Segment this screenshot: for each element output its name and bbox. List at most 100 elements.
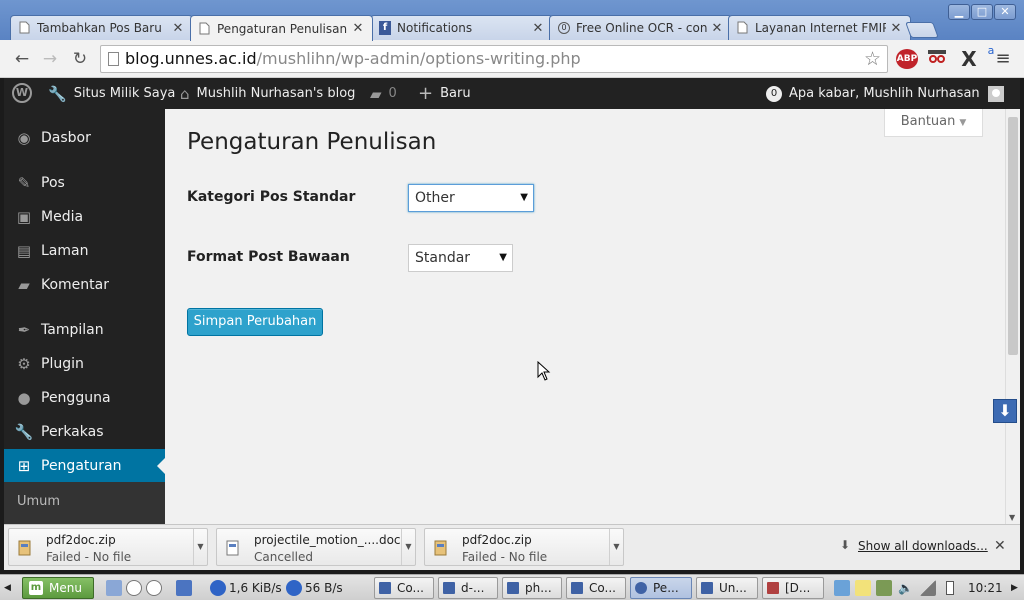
tray-app-icon[interactable] [876,577,892,599]
task-label: ph... [525,581,552,595]
admin-bar-my-sites[interactable]: 🔧 Situs Milik Saya [48,78,175,109]
sidebar-item-tampilan[interactable]: ✒ Tampilan [4,313,165,347]
new-tab-button[interactable] [905,22,939,38]
taskbar-task[interactable]: d-... [438,577,498,599]
page-icon [199,22,211,36]
eyes-icon[interactable] [126,577,142,599]
window-close-icon[interactable]: ✕ [994,4,1016,20]
sidebar-item-media[interactable]: ▣ Media [4,200,165,234]
caret-down-icon: ▼ [959,118,967,128]
start-menu-button[interactable]: m Menu [22,577,94,599]
minimize-icon[interactable]: ▁ [948,4,970,20]
sidebar-item-label: Pos [41,175,65,191]
mint-logo-icon: m [29,581,43,595]
address-bar[interactable]: blog.unnes.ac.id/mushlihn/wp-admin/optio… [100,45,888,73]
zip-file-icon [17,540,33,556]
chevron-down-icon[interactable]: ▼ [401,529,415,565]
sidebar-item-pos[interactable]: ✎ Pos [4,166,165,200]
scroll-down-icon[interactable]: ▼ [1009,513,1015,522]
tab-layanan-internet[interactable]: Layanan Internet FMIP ✕ [728,15,911,40]
download-item[interactable]: pdf2doc.zip Failed - No file ▼ [8,528,208,566]
default-format-select[interactable]: Standar ▼ [408,244,513,272]
document-icon [443,582,455,594]
window-icon [571,582,583,594]
task-label: Pe... [653,581,679,595]
tab-tambahkan-pos-baru[interactable]: Tambahkan Pos Baru ✕ [10,15,193,40]
chrome-menu-icon[interactable]: ≡ [995,48,1011,70]
sidebar-item-label: Komentar [41,277,109,293]
sidebar-item-perkakas[interactable]: 🔧 Perkakas [4,415,165,449]
sidebar-item-plugin[interactable]: ⚙ Plugin [4,347,165,381]
close-icon[interactable]: ✕ [890,21,902,36]
chevron-down-icon[interactable]: ▼ [609,529,623,565]
chevron-down-icon[interactable]: ▼ [193,529,207,565]
download-speed-icon [210,577,226,599]
eyes-icon[interactable] [146,577,162,599]
sidebar-item-dasbor[interactable]: ◉ Dasbor [4,121,165,155]
admin-bar-new[interactable]: + Baru [418,78,471,109]
incognito-icon[interactable] [926,48,948,70]
battery-icon[interactable] [946,577,954,599]
sidebar-item-label: Dasbor [41,130,91,146]
submenu-item-umum[interactable]: Umum [17,494,60,509]
x-extension-icon[interactable]: X [958,48,980,70]
home-icon[interactable] [106,577,122,599]
tab-pengaturan-penulisan[interactable]: Pengaturan Penulisan ✕ [190,15,373,41]
taskbar-task[interactable]: Un... [696,577,758,599]
task-label: Co... [397,581,424,595]
help-tab-button[interactable]: Bantuan ▼ [884,109,983,137]
tab-label: Layanan Internet FMIP [755,21,886,35]
taskbar-task[interactable]: Pe... [630,577,692,599]
close-icon[interactable]: ✕ [532,21,544,36]
ocr-icon: 0 [558,22,570,34]
page-icon [19,21,31,35]
scroll-thumb[interactable] [1008,117,1018,355]
sidebar-item-pengguna[interactable]: ● Pengguna [4,381,165,415]
document-icon [701,582,713,594]
volume-icon[interactable]: 🔈 [898,577,913,599]
scroll-left-icon[interactable]: ◀ [4,577,11,599]
plus-icon: + [418,83,434,104]
taskbar-task[interactable]: ph... [502,577,562,599]
admin-bar-greeting: Apa kabar, Mushlih Nurhasan [789,86,980,101]
close-icon[interactable]: ✕ [352,21,364,36]
sidebar-item-label: Pengaturan [41,458,122,474]
notes-icon[interactable] [855,577,871,599]
back-icon[interactable]: ← [12,49,32,69]
sidebar-item-laman[interactable]: ▤ Laman [4,234,165,268]
default-category-select[interactable]: Other ▼ [408,184,534,212]
taskbar-task[interactable]: [D... [762,577,824,599]
download-item[interactable]: pdf2doc.zip Failed - No file ▼ [424,528,624,566]
close-icon[interactable]: ✕ [711,21,723,36]
star-icon[interactable]: ☆ [864,46,881,72]
scroll-right-icon[interactable]: ▶ [1011,577,1018,599]
page-scrollbar[interactable]: ▼ [1005,109,1020,524]
admin-bar-account[interactable]: 0 Apa kabar, Mushlih Nurhasan [766,78,1004,109]
tab-free-online-ocr[interactable]: 0 Free Online OCR - con ✕ [549,15,732,40]
wordpress-logo-icon[interactable]: W [12,83,32,103]
sidebar-item-pengaturan[interactable]: ⊞ Pengaturan [4,449,165,483]
admin-bar-comments[interactable]: ▰ 0 [370,78,397,109]
download-item[interactable]: projectile_motion_....doc Cancelled ▼ [216,528,416,566]
save-changes-button[interactable]: Simpan Perubahan [187,308,323,336]
tray-app-icon[interactable] [834,577,850,599]
close-icon[interactable]: ✕ [172,21,184,36]
admin-bar-blog[interactable]: ⌂ Mushlih Nurhasan's blog [180,78,355,109]
net-up-speed: 56 B/s [305,581,343,595]
adblock-icon[interactable]: ABP [896,49,918,69]
download-status: Cancelled [254,550,313,564]
download-arrow-icon[interactable]: ⬇ [993,399,1017,423]
reload-icon[interactable]: ↻ [70,49,90,69]
close-icon[interactable]: ✕ [994,538,1006,554]
taskbar-task[interactable]: Co... [374,577,434,599]
sidebar-item-komentar[interactable]: ▰ Komentar [4,268,165,302]
tab-notifications[interactable]: f Notifications ✕ [370,15,553,40]
wifi-icon[interactable] [920,577,936,599]
show-all-downloads-link[interactable]: Show all downloads... [858,539,988,553]
clock[interactable]: 10:21 [968,577,1003,599]
comment-icon: ▰ [370,84,382,103]
maximize-icon[interactable]: □ [971,4,993,20]
taskbar-task[interactable]: Co... [566,577,626,599]
pages-icon: ▤ [16,242,32,260]
forward-icon[interactable]: → [40,49,60,69]
